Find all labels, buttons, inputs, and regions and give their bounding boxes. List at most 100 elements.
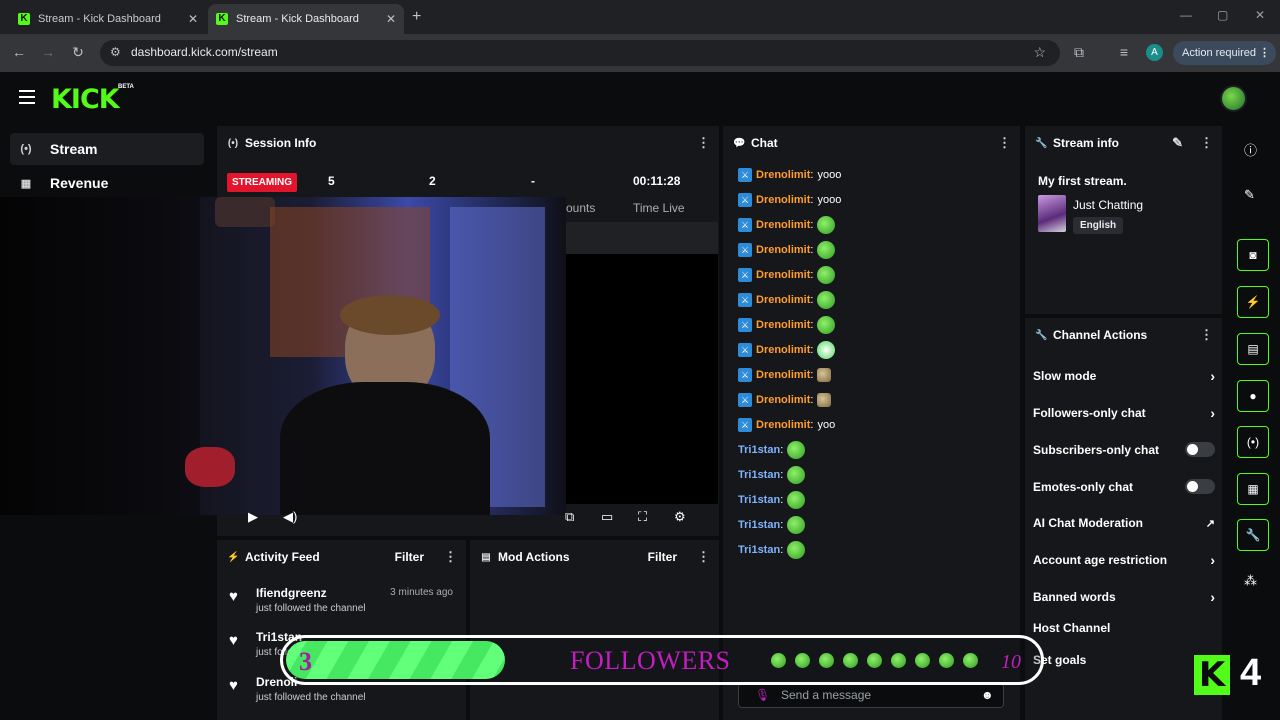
fullscreen-icon[interactable]: ⛶ (638, 509, 647, 525)
chat-username[interactable]: Drenolimit (756, 269, 810, 281)
more-options-icon[interactable]: ⋮ (1200, 135, 1213, 151)
banned-words-row[interactable]: Banned words › (1033, 589, 1215, 605)
emote-icon (795, 653, 810, 668)
wrench-icon[interactable]: 🔧 (1237, 519, 1269, 551)
reading-list-icon[interactable]: ≡ (1115, 44, 1133, 60)
category-thumbnail (1038, 195, 1066, 232)
menu-icon[interactable] (19, 90, 35, 108)
filter-button[interactable]: Filter (648, 550, 677, 564)
user-avatar[interactable] (1220, 85, 1247, 112)
screenshot-icon[interactable]: ◙ (1237, 239, 1269, 271)
emote-icon (819, 653, 834, 668)
action-label: Banned words (1033, 590, 1116, 604)
webcam-background-object (215, 197, 275, 227)
action-required-button[interactable]: Action required ⋮ (1173, 41, 1276, 65)
theater-mode-icon[interactable]: ▭ (601, 509, 613, 525)
emote-icon (817, 241, 836, 259)
emote-icon (817, 368, 832, 382)
layout-icon[interactable]: ▦ (1237, 473, 1269, 505)
follower-goal-bar: 3 FOLLOWERS 10 (280, 635, 1044, 685)
host-channel-row[interactable]: Host Channel (1033, 621, 1215, 635)
microphone-icon[interactable]: 🎙 (755, 684, 770, 707)
sidebar-item-stream[interactable]: (•) Stream (10, 133, 204, 165)
more-icon[interactable]: ⋮ (1259, 41, 1270, 65)
moderator-badge-icon: ⚔ (738, 393, 752, 407)
bookmark-star-icon[interactable]: ☆ (1033, 44, 1046, 61)
close-tab-icon[interactable]: ✕ (188, 12, 198, 26)
chat-message: Tri1stan: (738, 490, 806, 510)
sidebar-item-revenue[interactable]: ▦ Revenue (10, 167, 204, 199)
emoji-icon[interactable]: ☻ (981, 684, 994, 707)
panel-title: Session Info (245, 136, 317, 150)
forward-icon[interactable]: → (39, 44, 57, 60)
chat-username[interactable]: Tri1stan (738, 494, 780, 506)
set-goals-row[interactable]: Set goals (1033, 653, 1215, 667)
ai-moderation-row[interactable]: AI Chat Moderation ↗ (1033, 516, 1215, 530)
chat-username[interactable]: Tri1stan (738, 519, 780, 531)
stream-preview (566, 254, 718, 504)
picture-in-picture-icon[interactable]: ⧉ (565, 509, 574, 525)
chat-username[interactable]: Drenolimit (756, 394, 810, 406)
new-tab-icon[interactable]: + (412, 8, 421, 26)
lightning-icon[interactable]: ⚡ (1237, 286, 1269, 318)
slow-mode-row[interactable]: Slow mode › (1033, 368, 1215, 384)
emotes-only-toggle[interactable] (1185, 479, 1215, 494)
maximize-icon[interactable]: ▢ (1217, 8, 1228, 22)
volume-icon[interactable]: ◀) (283, 509, 297, 525)
profile-avatar[interactable]: A (1146, 44, 1163, 61)
back-icon[interactable]: ← (10, 44, 28, 60)
chat-username[interactable]: Tri1stan (738, 544, 780, 556)
more-options-icon[interactable]: ⋮ (998, 135, 1011, 151)
follower-name[interactable]: Ifiendgreenz (256, 586, 327, 600)
chat-input[interactable]: Send a message 🎙 ☻ (738, 683, 1004, 708)
subscribers-only-toggle[interactable] (1185, 442, 1215, 457)
chat-username[interactable]: Drenolimit (756, 219, 810, 231)
share-nodes-icon[interactable]: ⁂ (1244, 573, 1257, 589)
chat-username[interactable]: Drenolimit (756, 244, 810, 256)
chat-bubble-icon[interactable]: ● (1237, 380, 1269, 412)
emote-icon (867, 653, 882, 668)
more-options-icon[interactable]: ⋮ (1200, 327, 1213, 343)
chat-separator: : (810, 194, 814, 206)
followers-only-row[interactable]: Followers-only chat › (1033, 405, 1215, 421)
chat-username[interactable]: Drenolimit (756, 169, 810, 181)
more-options-icon[interactable]: ⋮ (697, 135, 710, 151)
minimize-icon[interactable]: — (1180, 8, 1192, 22)
filter-button[interactable]: Filter (395, 550, 424, 564)
settings-gear-icon[interactable]: ⚙ (674, 509, 686, 525)
chat-separator: : (780, 544, 784, 556)
address-bar[interactable]: ⚙ dashboard.kick.com/stream ☆ (100, 40, 1060, 66)
chat-username[interactable]: Drenolimit (756, 344, 810, 356)
chat-separator: : (810, 169, 814, 181)
reload-icon[interactable]: ↻ (69, 44, 87, 61)
chat-username[interactable]: Drenolimit (756, 294, 810, 306)
emote-icon (963, 653, 978, 668)
site-info-icon[interactable]: ⚙ (110, 45, 121, 59)
document-icon[interactable]: ▤ (1237, 333, 1269, 365)
chat-username[interactable]: Drenolimit (756, 369, 810, 381)
kick-logo[interactable]: KICK (51, 84, 120, 115)
chat-username[interactable]: Drenolimit (756, 319, 810, 331)
play-icon[interactable]: ▶ (248, 509, 258, 525)
follower-goal-progress (286, 641, 505, 679)
broadcast-icon[interactable]: (•) (1237, 426, 1269, 458)
chat-username[interactable]: Tri1stan (738, 444, 780, 456)
chat-username[interactable]: Drenolimit (756, 194, 810, 206)
info-icon[interactable]: ⓘ (1244, 140, 1257, 159)
edit-pencil-icon[interactable]: ✎ (1244, 187, 1255, 203)
browser-tab[interactable]: K Stream - Kick Dashboard ✕ (10, 4, 206, 34)
close-window-icon[interactable]: ✕ (1255, 8, 1265, 22)
account-age-row[interactable]: Account age restriction › (1033, 552, 1215, 568)
chat-separator: : (810, 419, 814, 431)
close-tab-icon[interactable]: ✕ (386, 12, 396, 26)
browser-tab-active[interactable]: K Stream - Kick Dashboard ✕ (208, 4, 404, 34)
panel-title: Activity Feed (245, 550, 320, 564)
chat-username[interactable]: Tri1stan (738, 469, 780, 481)
more-options-icon[interactable]: ⋮ (444, 549, 457, 565)
chat-message: ⚔ Drenolimit: (738, 365, 832, 385)
emote-icon (817, 291, 836, 309)
chat-username[interactable]: Drenolimit (756, 419, 810, 431)
more-options-icon[interactable]: ⋮ (697, 549, 710, 565)
edit-pencil-icon[interactable]: ✎ (1172, 135, 1183, 151)
cast-icon[interactable]: ⧉ (1070, 44, 1088, 61)
